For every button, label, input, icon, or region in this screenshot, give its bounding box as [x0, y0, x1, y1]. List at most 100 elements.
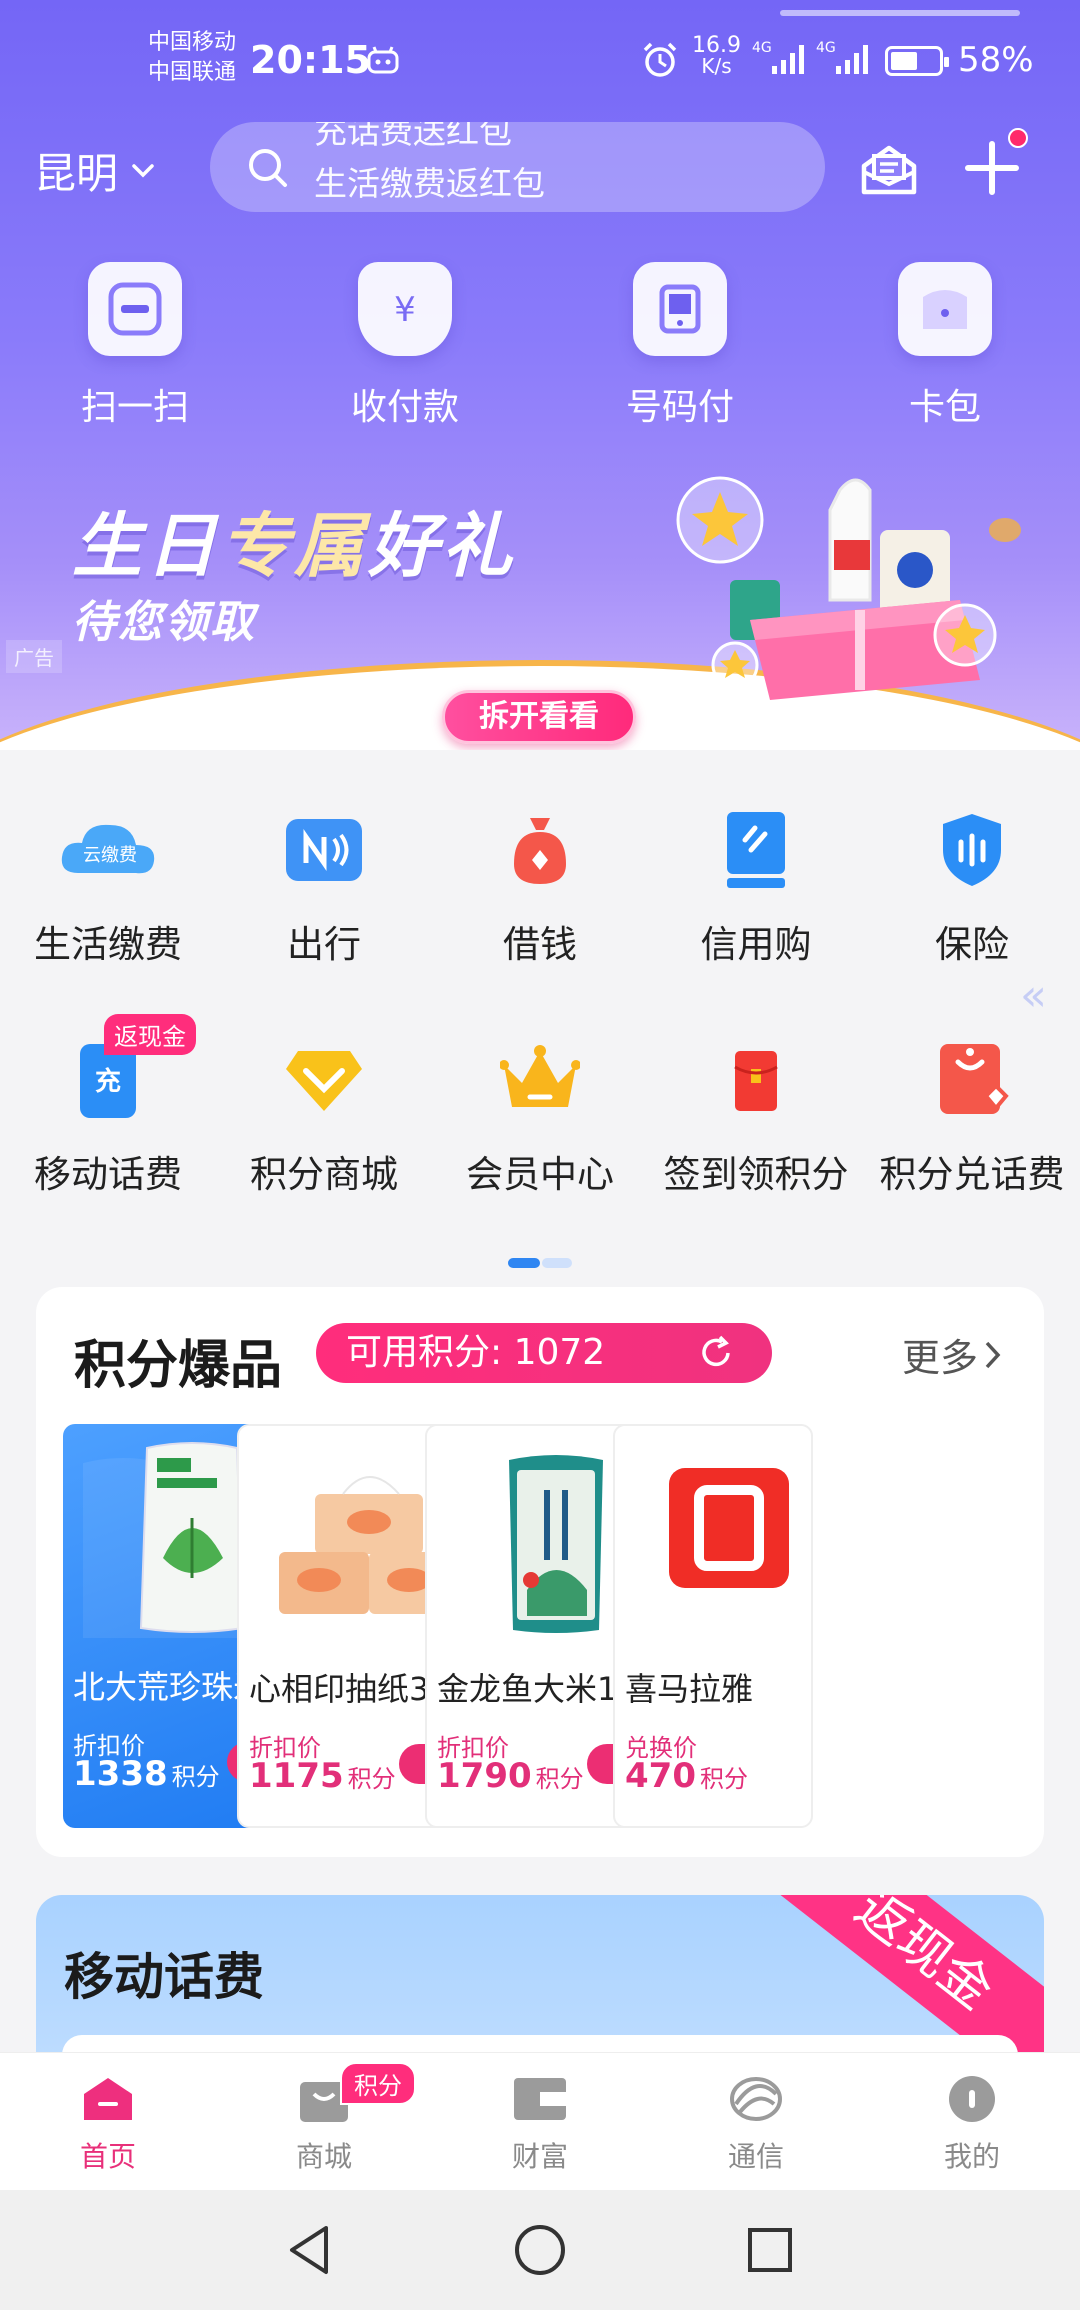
tab-label: 财富 — [511, 2140, 568, 2173]
signal-1-label: 4G — [752, 40, 772, 56]
carrier-names: 中国移动 中国联通 — [148, 28, 236, 88]
chevron-down-icon — [132, 163, 154, 177]
shield-icon — [922, 800, 1022, 900]
service-label: 出行 — [287, 923, 361, 966]
service-points-for-fee[interactable]: 积分兑话费 — [864, 1030, 1080, 1198]
recent-apps-icon[interactable] — [740, 2220, 800, 2280]
product-price-value: 1338 — [73, 1754, 168, 1794]
product-price: 1175 积分 — [249, 1756, 396, 1796]
money-bag-icon — [490, 800, 590, 900]
refresh-icon[interactable] — [698, 1335, 734, 1371]
quick-action-number-pay[interactable]: 号码付 — [590, 262, 770, 430]
service-label: 积分商城 — [250, 1153, 398, 1196]
service-label: 保险 — [935, 923, 1009, 966]
available-points-pill[interactable]: 可用积分: 1072 — [316, 1323, 772, 1383]
city-selector[interactable]: 昆明 — [34, 140, 156, 201]
product-price-unit: 积分 — [535, 1765, 584, 1793]
product-price: 1338 积分 — [73, 1754, 220, 1794]
banner-open-button[interactable]: 拆开看看 — [442, 690, 636, 744]
china-mobile-logo-icon — [727, 2073, 785, 2125]
card-wallet-icon — [898, 262, 992, 356]
wallet-icon — [511, 2073, 569, 2125]
service-life-payment[interactable]: 云缴费 生活缴费 — [0, 800, 216, 968]
notification-icon — [367, 46, 399, 74]
signal-2-icon — [836, 45, 868, 74]
service-insurance[interactable]: 保险 — [864, 800, 1080, 968]
scan-icon — [88, 262, 182, 356]
product-name: 喜马拉雅 — [625, 1670, 754, 1708]
product-price-unit: 积分 — [171, 1763, 220, 1791]
more-label: 更多 — [901, 1336, 978, 1380]
more-link[interactable]: 更多 — [902, 1327, 1004, 1382]
banner-headline[interactable]: 生日专属好礼 — [72, 490, 516, 591]
product-price-unit: 积分 — [347, 1765, 396, 1793]
tab-profile[interactable]: 我的 — [864, 2073, 1080, 2175]
battery-percent: 58% — [958, 40, 1034, 80]
signal-2-label: 4G — [816, 40, 836, 56]
ximalaya-logo-image — [669, 1468, 789, 1588]
carrier-1: 中国移动 — [148, 30, 237, 55]
net-speed-unit: K/s — [701, 54, 732, 78]
payment-icon: ¥ — [358, 262, 452, 356]
service-label: 签到领积分 — [663, 1153, 849, 1196]
quick-action-payment[interactable]: ¥ 收付款 — [315, 262, 495, 430]
home-icon — [79, 2073, 137, 2125]
credit-card-icon — [706, 800, 806, 900]
quick-action-label: 收付款 — [350, 387, 459, 428]
service-label: 信用购 — [700, 923, 812, 966]
profile-icon — [943, 2073, 1001, 2125]
tab-telecom[interactable]: 通信 — [648, 2073, 864, 2175]
svg-text:¥: ¥ — [394, 290, 416, 330]
system-nav-bar — [0, 2190, 1080, 2310]
service-credit-buy[interactable]: 信用购 — [648, 800, 864, 968]
cloud-pay-icon: 云缴费 — [58, 800, 158, 900]
back-icon[interactable] — [280, 2220, 340, 2280]
service-checkin-points[interactable]: 签到领积分 — [648, 1030, 864, 1198]
product-price: 1790 积分 — [437, 1756, 584, 1796]
quick-action-label: 卡包 — [908, 387, 981, 428]
gift-box-illustration — [676, 476, 1021, 700]
service-member-center[interactable]: 会员中心 — [432, 1030, 648, 1198]
tab-home[interactable]: 首页 — [0, 2073, 216, 2175]
tab-wealth[interactable]: 财富 — [432, 2073, 648, 2175]
search-hint-2: 生活缴费返红包 — [314, 164, 545, 203]
tab-label: 通信 — [727, 2140, 784, 2173]
product-price-value: 1175 — [249, 1756, 344, 1796]
chevron-right-icon — [985, 1341, 1001, 1368]
product-card[interactable]: 喜马拉雅 兑换价 470 积分 — [613, 1424, 813, 1828]
mobile-topup-title: 移动话费 — [64, 1948, 264, 2006]
banner-headline-b: 专属 — [220, 505, 368, 587]
search-bar[interactable]: 充话费送红包 生活缴费返红包 — [210, 122, 825, 212]
clock: 20:15 — [250, 38, 371, 82]
svg-text:充: 充 — [95, 1066, 121, 1097]
product-price-value: 1790 — [437, 1756, 532, 1796]
cashback-badge: 返现金 — [104, 1014, 196, 1055]
service-points-mall[interactable]: 积分商城 — [216, 1030, 432, 1198]
quick-action-scan[interactable]: 扫一扫 — [45, 262, 225, 430]
service-label: 移动话费 — [34, 1153, 182, 1196]
service-label: 会员中心 — [466, 1153, 614, 1196]
product-price: 470 积分 — [625, 1756, 748, 1796]
quick-action-card-wallet[interactable]: 卡包 — [855, 262, 1035, 430]
svg-text:云缴费: 云缴费 — [83, 845, 137, 866]
home-circle-icon[interactable] — [510, 2220, 570, 2280]
banner-subline: 待您领取 — [72, 597, 256, 648]
search-hint-1: 充话费送红包 — [314, 122, 512, 151]
add-notification-dot — [1008, 128, 1028, 148]
nfc-card-icon — [274, 800, 374, 900]
status-handle — [780, 10, 1020, 16]
signal-1-icon — [772, 45, 804, 74]
product-price-value: 470 — [625, 1756, 696, 1796]
service-borrow[interactable]: 借钱 — [432, 800, 648, 968]
shop-points-badge: 积分 — [340, 2062, 416, 2105]
status-bar: 中国移动 中国联通 20:15 16.9 K/s 4G 4G 58% — [0, 0, 1080, 120]
available-points-text: 可用积分: 1072 — [346, 1332, 606, 1373]
message-icon[interactable] — [858, 140, 920, 200]
points-hot-card: 积分爆品 可用积分: 1072 更多 北大荒珍珠米1kg 折扣价 1338 积分 … — [36, 1287, 1044, 1857]
quick-action-label: 扫一扫 — [80, 387, 189, 428]
battery-icon — [885, 46, 949, 76]
grid-page-indicator — [508, 1258, 572, 1268]
service-mobile-topup[interactable]: 充 移动话费 — [0, 1030, 216, 1198]
service-travel[interactable]: 出行 — [216, 800, 432, 968]
crown-icon — [490, 1030, 590, 1130]
